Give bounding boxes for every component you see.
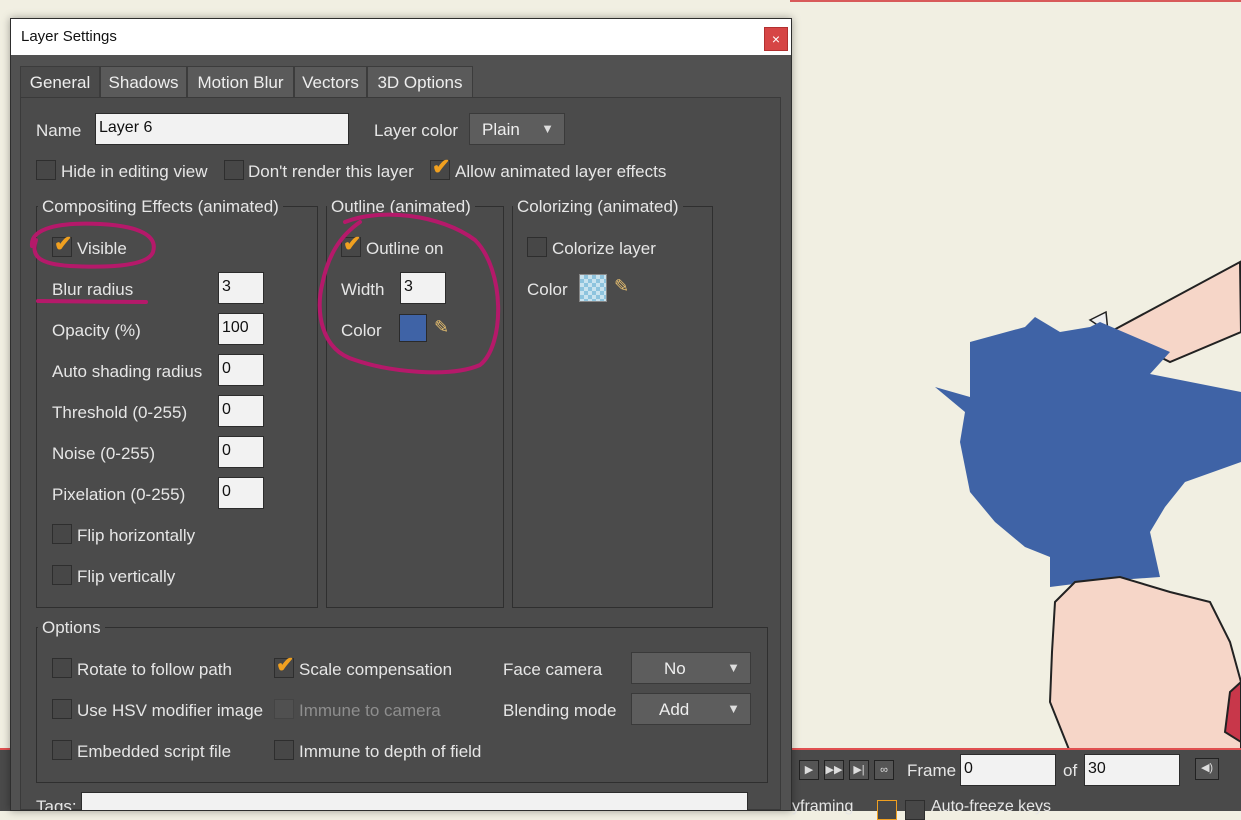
annotation-overlay bbox=[29, 212, 501, 375]
